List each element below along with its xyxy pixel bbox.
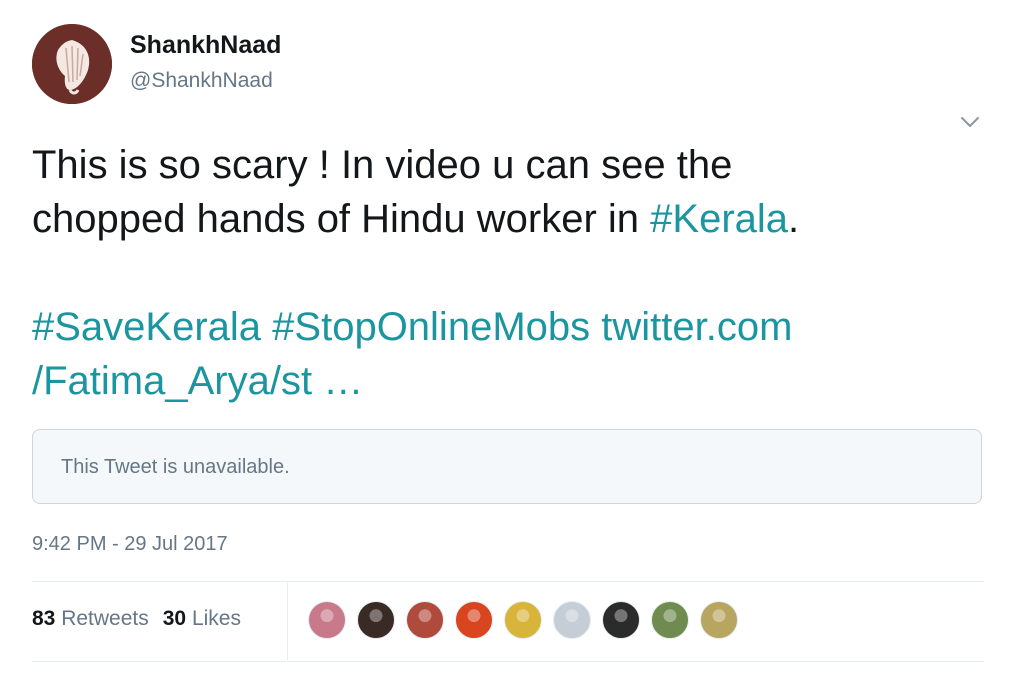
likes-label: Likes — [191, 607, 241, 630]
hashtags-and-url-link[interactable]: #SaveKerala #StopOnlineMobs twitter.com — [32, 300, 972, 354]
retweets-count: 83 — [32, 607, 56, 630]
retweets-label: Retweets — [61, 607, 149, 630]
author-display-name[interactable]: ShankhNaad — [130, 30, 281, 60]
liker-avatar-5[interactable] — [504, 601, 542, 639]
liker-avatar-1[interactable] — [308, 601, 346, 639]
url-continuation-link[interactable]: /Fatima_Arya/st … — [32, 354, 972, 408]
quoted-tweet-unavailable-text: This Tweet is unavailable. — [61, 456, 290, 478]
liker-avatar-4[interactable] — [455, 601, 493, 639]
likes-count: 30 — [162, 607, 187, 630]
liker-avatar-2[interactable] — [357, 601, 395, 639]
avatar[interactable] — [32, 24, 112, 104]
hashtag-kerala-link[interactable]: #Kerala — [650, 197, 788, 241]
retweets-stat[interactable]: 83 Retweets — [32, 607, 149, 630]
tweet-text-line-2: chopped hands of Hindu worker in #Kerala… — [32, 192, 972, 246]
liker-avatar-6[interactable] — [553, 601, 591, 639]
stats-divider — [287, 583, 288, 660]
liker-avatar-9[interactable] — [700, 601, 738, 639]
tweet-text-line-2-prefix: chopped hands of Hindu worker in — [32, 197, 651, 241]
divider — [32, 661, 984, 662]
author-handle[interactable]: @ShankhNaad — [130, 68, 273, 94]
tweet-text-line-2-suffix: . — [788, 197, 800, 241]
conch-shell-icon — [32, 24, 112, 104]
tweet-stats: 83 Retweets 30 Likes — [32, 606, 241, 632]
liker-avatar-3[interactable] — [406, 601, 444, 639]
likes-stat[interactable]: 30 Likes — [163, 607, 241, 630]
liker-avatar-8[interactable] — [651, 601, 689, 639]
quoted-tweet-card[interactable]: This Tweet is unavailable. — [32, 429, 982, 504]
tweet-text-line-1: This is so scary ! In video u can see th… — [32, 143, 733, 187]
liker-avatars — [308, 601, 749, 641]
tweet-text: This is so scary ! In video u can see th… — [32, 138, 972, 408]
divider — [32, 581, 984, 582]
chevron-down-icon[interactable] — [958, 110, 982, 134]
tweet-timestamp[interactable]: 9:42 PM - 29 Jul 2017 — [32, 532, 228, 556]
liker-avatar-7[interactable] — [602, 601, 640, 639]
